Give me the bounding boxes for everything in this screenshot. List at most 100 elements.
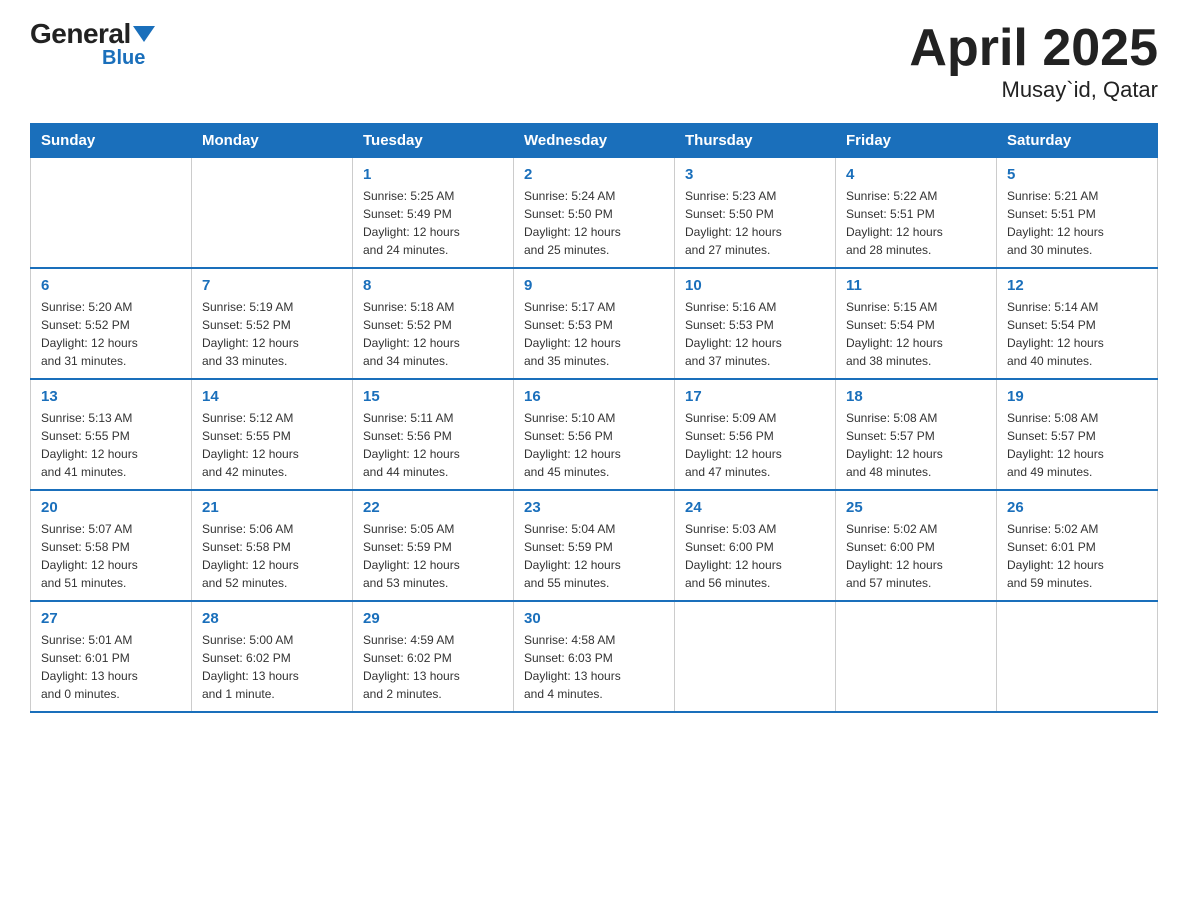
day-number: 9: [524, 277, 664, 294]
calendar-cell: 6 Sunrise: 5:20 AM Sunset: 5:52 PM Daylig…: [31, 268, 192, 379]
day-number: 6: [41, 277, 181, 294]
day-info: Sunrise: 5:15 AM Sunset: 5:54 PM Dayligh…: [846, 298, 986, 370]
day-info: Sunrise: 4:59 AM Sunset: 6:02 PM Dayligh…: [363, 631, 503, 703]
day-number: 18: [846, 388, 986, 405]
day-number: 13: [41, 388, 181, 405]
calendar-cell: [997, 601, 1158, 712]
calendar-cell: 11Sunrise: 5:15 AM Sunset: 5:54 PM Dayli…: [836, 268, 997, 379]
day-number: 25: [846, 499, 986, 516]
day-info: Sunrise: 5:02 AM Sunset: 6:01 PM Dayligh…: [1007, 520, 1147, 592]
day-number: 26: [1007, 499, 1147, 516]
day-number: 16: [524, 388, 664, 405]
header-friday: Friday: [836, 124, 997, 158]
header-tuesday: Tuesday: [353, 124, 514, 158]
header: General Blue April 2025 Musay`id, Qatar: [30, 20, 1158, 103]
day-number: 7: [202, 277, 342, 294]
calendar-cell: 18 Sunrise: 5:08 AM Sunset: 5:57 PM Dayli…: [836, 379, 997, 490]
day-info: Sunrise: 5:25 AM Sunset: 5:49 PM Dayligh…: [363, 187, 503, 259]
calendar-cell: 12 Sunrise: 5:14 AM Sunset: 5:54 PM Dayli…: [997, 268, 1158, 379]
day-number: 5: [1007, 166, 1147, 183]
day-number: 19: [1007, 388, 1147, 405]
calendar-cell: [836, 601, 997, 712]
day-info: Sunrise: 5:19 AM Sunset: 5:52 PM Dayligh…: [202, 298, 342, 370]
calendar-cell: [675, 601, 836, 712]
day-number: 20: [41, 499, 181, 516]
day-number: 15: [363, 388, 503, 405]
day-number: 24: [685, 499, 825, 516]
day-number: 17: [685, 388, 825, 405]
day-info: Sunrise: 5:12 AM Sunset: 5:55 PM Dayligh…: [202, 409, 342, 481]
calendar-cell: 26 Sunrise: 5:02 AM Sunset: 6:01 PM Dayli…: [997, 490, 1158, 601]
day-number: 10: [685, 277, 825, 294]
calendar-cell: [192, 158, 353, 269]
calendar-cell: 3 Sunrise: 5:23 AM Sunset: 5:50 PM Daylig…: [675, 158, 836, 269]
day-number: 12: [1007, 277, 1147, 294]
day-number: 4: [846, 166, 986, 183]
day-info: Sunrise: 5:22 AM Sunset: 5:51 PM Dayligh…: [846, 187, 986, 259]
day-info: Sunrise: 5:14 AM Sunset: 5:54 PM Dayligh…: [1007, 298, 1147, 370]
logo-general-text: General: [30, 20, 131, 48]
calendar-cell: [31, 158, 192, 269]
header-saturday: Saturday: [997, 124, 1158, 158]
day-number: 23: [524, 499, 664, 516]
calendar-cell: 8 Sunrise: 5:18 AM Sunset: 5:52 PM Daylig…: [353, 268, 514, 379]
calendar-week-row: 27 Sunrise: 5:01 AM Sunset: 6:01 PM Dayli…: [31, 601, 1158, 712]
logo-blue-text: Blue: [102, 47, 145, 69]
calendar-cell: 1 Sunrise: 5:25 AM Sunset: 5:49 PM Daylig…: [353, 158, 514, 269]
day-number: 27: [41, 610, 181, 627]
calendar-week-row: 1 Sunrise: 5:25 AM Sunset: 5:49 PM Daylig…: [31, 158, 1158, 269]
day-info: Sunrise: 5:24 AM Sunset: 5:50 PM Dayligh…: [524, 187, 664, 259]
day-info: Sunrise: 5:01 AM Sunset: 6:01 PM Dayligh…: [41, 631, 181, 703]
day-info: Sunrise: 5:06 AM Sunset: 5:58 PM Dayligh…: [202, 520, 342, 592]
day-info: Sunrise: 5:03 AM Sunset: 6:00 PM Dayligh…: [685, 520, 825, 592]
day-number: 28: [202, 610, 342, 627]
day-info: Sunrise: 5:02 AM Sunset: 6:00 PM Dayligh…: [846, 520, 986, 592]
day-number: 30: [524, 610, 664, 627]
calendar-cell: 30 Sunrise: 4:58 AM Sunset: 6:03 PM Dayli…: [514, 601, 675, 712]
header-monday: Monday: [192, 124, 353, 158]
day-number: 8: [363, 277, 503, 294]
calendar-cell: 4 Sunrise: 5:22 AM Sunset: 5:51 PM Daylig…: [836, 158, 997, 269]
calendar-cell: 29 Sunrise: 4:59 AM Sunset: 6:02 PM Dayli…: [353, 601, 514, 712]
logo: General Blue: [30, 20, 155, 69]
day-number: 14: [202, 388, 342, 405]
calendar-header-row: SundayMondayTuesdayWednesdayThursdayFrid…: [31, 124, 1158, 158]
header-wednesday: Wednesday: [514, 124, 675, 158]
calendar-week-row: 13Sunrise: 5:13 AM Sunset: 5:55 PM Dayli…: [31, 379, 1158, 490]
title-area: April 2025 Musay`id, Qatar: [909, 20, 1158, 103]
day-info: Sunrise: 5:08 AM Sunset: 5:57 PM Dayligh…: [846, 409, 986, 481]
day-number: 1: [363, 166, 503, 183]
calendar-week-row: 20 Sunrise: 5:07 AM Sunset: 5:58 PM Dayli…: [31, 490, 1158, 601]
header-sunday: Sunday: [31, 124, 192, 158]
calendar-cell: 16Sunrise: 5:10 AM Sunset: 5:56 PM Dayli…: [514, 379, 675, 490]
day-info: Sunrise: 5:20 AM Sunset: 5:52 PM Dayligh…: [41, 298, 181, 370]
day-info: Sunrise: 4:58 AM Sunset: 6:03 PM Dayligh…: [524, 631, 664, 703]
calendar-cell: 13Sunrise: 5:13 AM Sunset: 5:55 PM Dayli…: [31, 379, 192, 490]
logo-triangle-icon: [133, 26, 155, 42]
calendar-cell: 2 Sunrise: 5:24 AM Sunset: 5:50 PM Daylig…: [514, 158, 675, 269]
calendar-table: SundayMondayTuesdayWednesdayThursdayFrid…: [30, 123, 1158, 713]
page-title: April 2025: [909, 20, 1158, 77]
calendar-cell: 5Sunrise: 5:21 AM Sunset: 5:51 PM Daylig…: [997, 158, 1158, 269]
calendar-cell: 14 Sunrise: 5:12 AM Sunset: 5:55 PM Dayli…: [192, 379, 353, 490]
day-number: 21: [202, 499, 342, 516]
day-info: Sunrise: 5:23 AM Sunset: 5:50 PM Dayligh…: [685, 187, 825, 259]
day-info: Sunrise: 5:00 AM Sunset: 6:02 PM Dayligh…: [202, 631, 342, 703]
day-number: 2: [524, 166, 664, 183]
day-info: Sunrise: 5:05 AM Sunset: 5:59 PM Dayligh…: [363, 520, 503, 592]
calendar-cell: 7 Sunrise: 5:19 AM Sunset: 5:52 PM Daylig…: [192, 268, 353, 379]
day-info: Sunrise: 5:07 AM Sunset: 5:58 PM Dayligh…: [41, 520, 181, 592]
calendar-week-row: 6 Sunrise: 5:20 AM Sunset: 5:52 PM Daylig…: [31, 268, 1158, 379]
day-info: Sunrise: 5:18 AM Sunset: 5:52 PM Dayligh…: [363, 298, 503, 370]
day-number: 22: [363, 499, 503, 516]
calendar-cell: 27 Sunrise: 5:01 AM Sunset: 6:01 PM Dayli…: [31, 601, 192, 712]
day-number: 3: [685, 166, 825, 183]
page-subtitle: Musay`id, Qatar: [909, 77, 1158, 103]
day-info: Sunrise: 5:17 AM Sunset: 5:53 PM Dayligh…: [524, 298, 664, 370]
calendar-cell: 22 Sunrise: 5:05 AM Sunset: 5:59 PM Dayli…: [353, 490, 514, 601]
calendar-cell: 21 Sunrise: 5:06 AM Sunset: 5:58 PM Dayli…: [192, 490, 353, 601]
day-info: Sunrise: 5:09 AM Sunset: 5:56 PM Dayligh…: [685, 409, 825, 481]
calendar-cell: 17 Sunrise: 5:09 AM Sunset: 5:56 PM Dayli…: [675, 379, 836, 490]
header-thursday: Thursday: [675, 124, 836, 158]
day-number: 29: [363, 610, 503, 627]
